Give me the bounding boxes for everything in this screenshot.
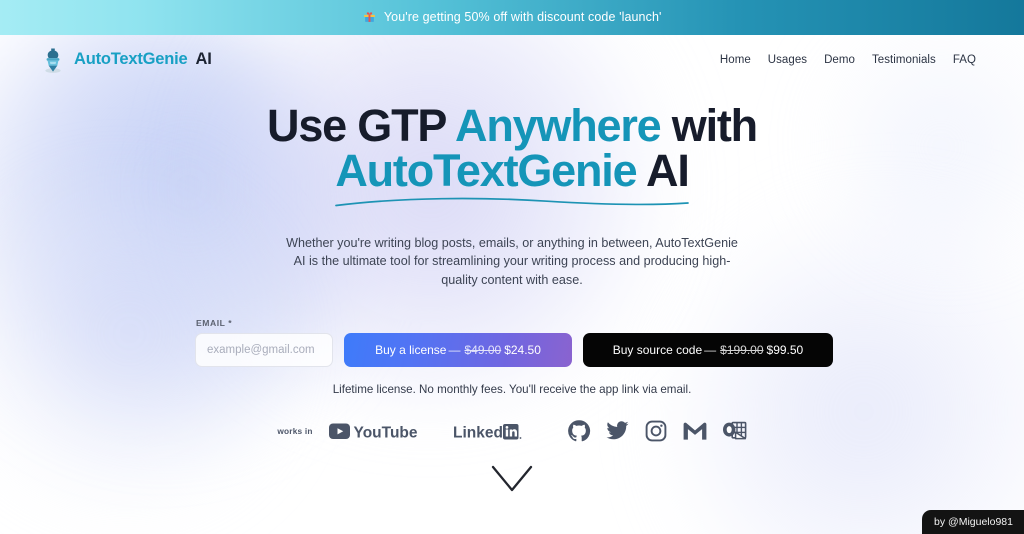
credit-badge[interactable]: by @Miguelo981 [922,510,1024,534]
email-field-group: EMAIL * [195,318,333,367]
instagram-icon [644,419,668,443]
chevron-down-icon[interactable] [490,464,534,494]
buy-source-old-price: $199.00 [720,342,764,357]
promo-banner: You're getting 50% off with discount cod… [0,0,1024,35]
genie-lamp-icon [40,46,66,74]
page-root: You're getting 50% off with discount cod… [0,0,1024,534]
purchase-form: EMAIL * Buy a license — $49.00 $24.50 Bu… [0,318,1024,367]
buy-source-label: Buy source code [612,342,703,357]
headline-accent-anywhere: Anywhere [455,100,662,151]
promo-banner-label: You're getting 50% off with discount cod… [383,9,662,24]
brand-logo[interactable]: AutoTextGenie AI [40,46,212,74]
page-title: Use GTP Anywhere with AutoTextGenie AI [232,103,792,193]
buy-source-dash: — [704,342,717,357]
headline-part-3: AI [636,145,690,196]
buy-license-button[interactable]: Buy a license — $49.00 $24.50 [344,332,572,367]
buy-license-old-price: $49.00 [464,342,502,357]
works-in-row: works in YouTube Linked [0,419,1024,444]
site-header: AutoTextGenie AI Home Usages Demo Testim… [0,35,1024,84]
headline-underline [332,195,692,209]
nav-item-faq[interactable]: FAQ [953,54,976,66]
buy-source-new-price: $99.50 [766,342,804,357]
buy-source-code-button[interactable]: Buy source code — $199.00 $99.50 [583,332,833,367]
brand-name: AutoTextGenie [74,50,188,68]
nav-item-testimonials[interactable]: Testimonials [872,54,936,66]
youtube-icon: YouTube [328,419,439,444]
main-navigation: Home Usages Demo Testimonials FAQ [720,54,976,66]
headline-accent-brand: AutoTextGenie [335,145,637,196]
brand-suffix: AI [195,50,212,68]
works-in-label: works in [277,426,313,437]
promo-banner-text: You're getting 50% off with discount cod… [363,10,662,26]
headline-part-2: with [660,100,758,151]
nav-item-usages[interactable]: Usages [768,54,807,66]
svg-text:YouTube: YouTube [353,424,417,441]
twitter-icon [605,419,630,443]
hero-subtitle: Whether you're writing blog posts, email… [286,236,738,287]
headline-part-1: Use GTP [267,100,456,151]
gift-icon [363,10,376,26]
purchase-fineprint: Lifetime license. No monthly fees. You'l… [332,382,692,396]
nav-item-home[interactable]: Home [720,54,751,66]
nav-item-demo[interactable]: Demo [824,54,855,66]
outlook-icon [722,419,747,443]
email-label: EMAIL * [196,317,233,328]
gmail-icon [682,420,708,442]
buy-license-label: Buy a license [375,342,447,357]
buy-license-new-price: $24.50 [504,342,541,357]
hero-section: Use GTP Anywhere with AutoTextGenie AI Wh… [0,84,1024,444]
buy-license-dash: — [448,342,461,357]
github-icon [567,419,591,443]
svg-text:Linked: Linked [453,424,503,441]
email-input[interactable] [195,332,333,367]
linkedin-icon: Linked [453,419,553,444]
